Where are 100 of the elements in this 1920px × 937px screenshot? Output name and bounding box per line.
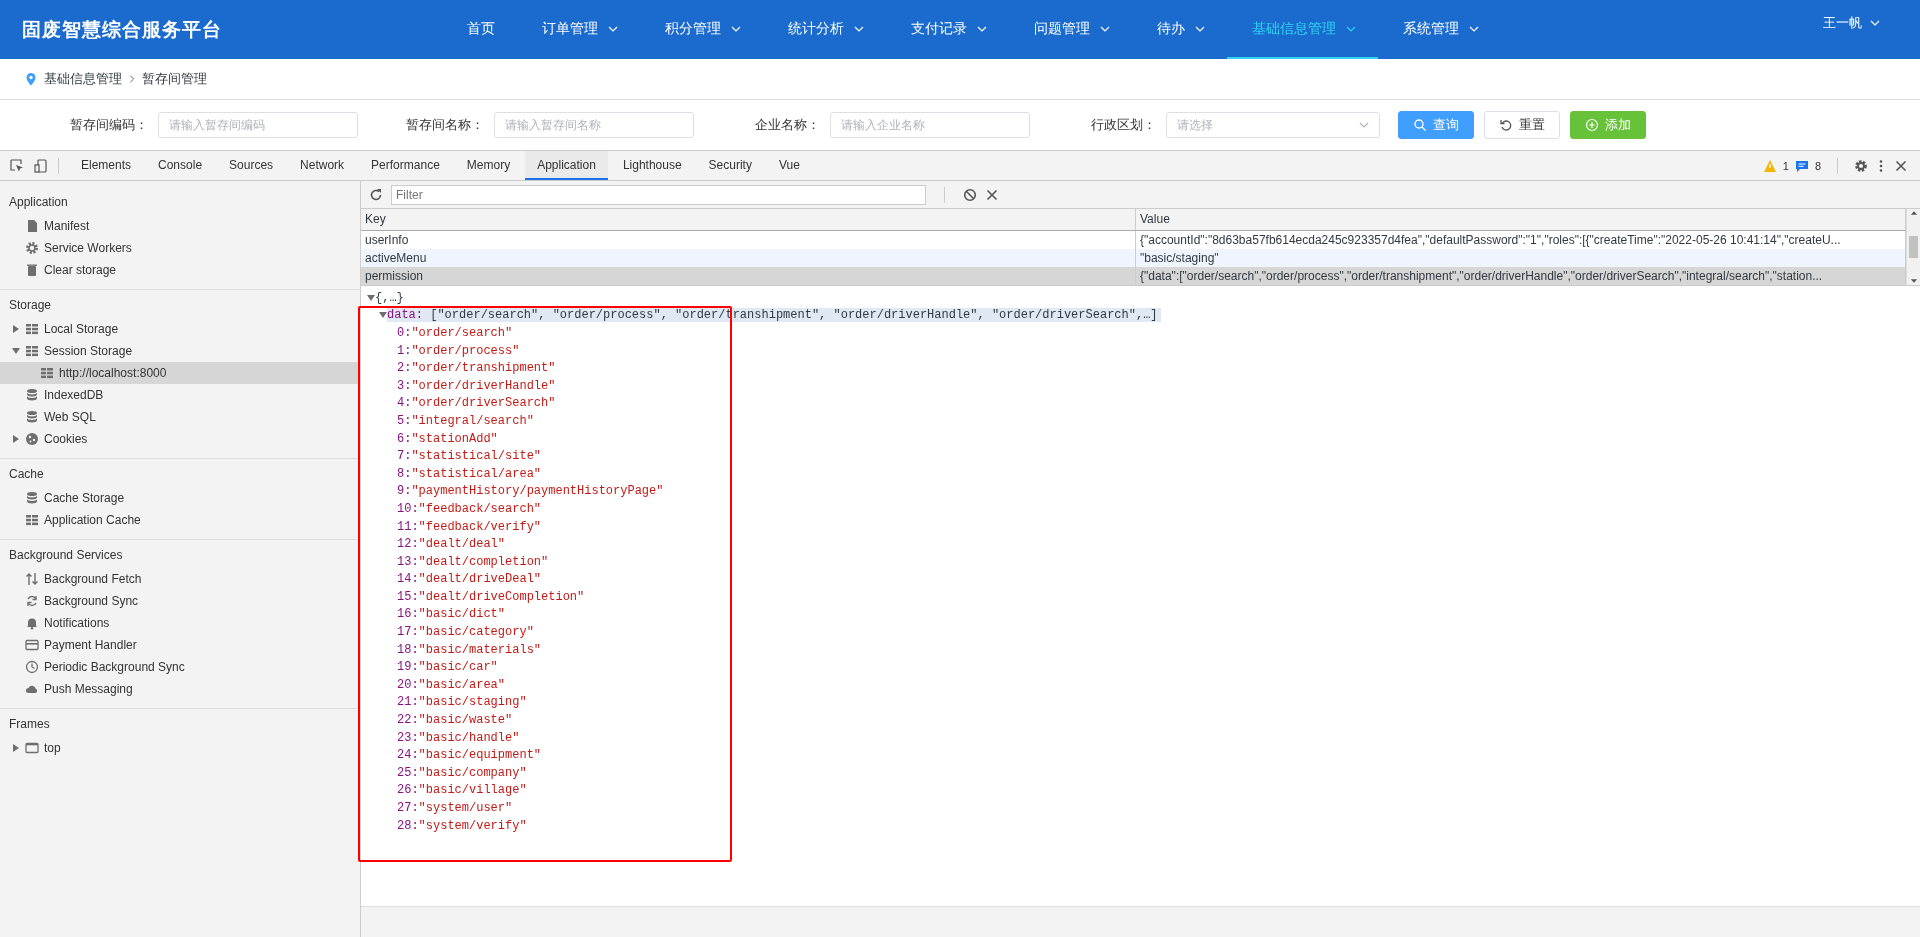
sync-icon: [25, 594, 39, 608]
section-header: Background Services: [8, 547, 124, 564]
settings-icon[interactable]: [1854, 158, 1868, 173]
string-value: "basic/equipment": [418, 748, 542, 763]
breadcrumb-item[interactable]: 基础信息管理: [44, 70, 122, 88]
array-index: 2:: [397, 361, 412, 376]
grid-icon: [25, 513, 39, 527]
string-value: "system/user": [418, 801, 513, 815]
string-value: "basic/area": [418, 677, 506, 692]
sidebar-item[interactable]: Cache Storage: [0, 487, 360, 509]
expanded-arrow-icon[interactable]: [12, 347, 20, 355]
string-value: "system/verify": [418, 818, 527, 833]
text-input-field[interactable]: 请输入暂存间编码: [158, 112, 358, 138]
sidebar-item[interactable]: http://localhost:8000: [0, 362, 360, 384]
array-index: 20:: [397, 677, 419, 692]
devtools-tab[interactable]: Performance: [359, 151, 452, 180]
sidebar-item[interactable]: IndexedDB: [0, 384, 360, 406]
grid-icon: [25, 344, 39, 358]
section-header: Cache: [8, 466, 45, 483]
nav-menu-item[interactable]: 统计分析: [763, 0, 886, 59]
string-value: "order/search": [411, 326, 513, 340]
clear-all-icon[interactable]: [963, 187, 977, 202]
sidebar-item[interactable]: Service Workers: [0, 237, 360, 259]
warning-icon: [1762, 158, 1777, 173]
string-value: "dealt/deal": [418, 537, 506, 552]
delete-icon[interactable]: [985, 187, 999, 202]
nav-menu-item[interactable]: 待办: [1132, 0, 1227, 59]
sidebar-item[interactable]: Cookies: [0, 428, 360, 450]
file-icon: [25, 219, 39, 233]
array-index: 17:: [397, 625, 419, 640]
sidebar-item[interactable]: Application Cache: [0, 509, 360, 531]
string-value: "paymentHistory/paymentHistoryPage": [411, 484, 664, 499]
sidebar-item[interactable]: Periodic Background Sync: [0, 656, 360, 678]
array-index: 27:: [397, 801, 419, 815]
close-icon[interactable]: [1894, 158, 1908, 173]
nav-menu-item[interactable]: 问题管理: [1009, 0, 1132, 59]
devtools-tab[interactable]: Application: [525, 151, 608, 180]
devtools-tab[interactable]: Elements: [69, 151, 144, 180]
sidebar-item[interactable]: Local Storage: [0, 318, 360, 340]
devtools-tab[interactable]: Memory: [454, 151, 523, 180]
clock-icon: [25, 660, 39, 674]
form-button[interactable]: 重置: [1484, 111, 1560, 139]
message-count: 8: [1814, 159, 1821, 172]
nav-menu-item[interactable]: 首页: [442, 0, 517, 59]
nav-menu-item[interactable]: 积分管理: [640, 0, 763, 59]
expanded-arrow-icon[interactable]: [379, 311, 387, 320]
sidebar-item[interactable]: top: [0, 737, 360, 759]
devtools-tab[interactable]: Lighthouse: [610, 151, 694, 180]
gear-icon: [25, 241, 39, 255]
sidebar-item[interactable]: Push Messaging: [0, 678, 360, 700]
up-down-arrows-icon: [25, 572, 39, 586]
nav-menu-item[interactable]: 系统管理: [1378, 0, 1501, 59]
expanded-arrow-icon[interactable]: [367, 293, 375, 302]
devtools-tab[interactable]: Sources: [217, 151, 286, 180]
value-cell[interactable]: "basic/staging": [1136, 249, 1906, 267]
column-header[interactable]: Value: [1136, 209, 1906, 231]
select-element-icon[interactable]: [10, 158, 24, 173]
sidebar-item[interactable]: Clear storage: [0, 259, 360, 281]
devtools-tab[interactable]: Security: [696, 151, 764, 180]
scrollbar-thumb[interactable]: [1909, 236, 1918, 258]
value-cell[interactable]: {"data":["order/search","order/process","order/transhipment","order/driverHandle","order/driverSearch","integral/search","station...: [1136, 267, 1906, 285]
key-cell[interactable]: permission: [361, 267, 1136, 285]
text-input-field[interactable]: 请输入企业名称: [830, 112, 1030, 138]
devtools-tab[interactable]: Console: [146, 151, 215, 180]
database-icon: [25, 491, 39, 505]
collapsed-arrow-icon[interactable]: [12, 744, 20, 752]
array-index: 16:: [397, 607, 419, 622]
collapsed-arrow-icon[interactable]: [12, 325, 20, 333]
column-header[interactable]: Key: [361, 209, 1136, 231]
key-cell[interactable]: activeMenu: [361, 249, 1136, 267]
scroll-down-icon[interactable]: [1909, 277, 1918, 285]
collapsed-arrow-icon[interactable]: [12, 435, 20, 443]
array-index: 28:: [397, 818, 419, 833]
section-header: Storage: [8, 297, 53, 314]
string-value: "feedback/search": [418, 501, 542, 516]
sidebar-item[interactable]: Payment Handler: [0, 634, 360, 656]
location-pin-icon: [24, 72, 38, 86]
sidebar-item[interactable]: Background Sync: [0, 590, 360, 612]
nav-menu-item[interactable]: 订单管理: [517, 0, 640, 59]
filter-input-field[interactable]: Filter: [391, 184, 926, 205]
sidebar-item[interactable]: Manifest: [0, 215, 360, 237]
nav-menu-item[interactable]: 支付记录: [886, 0, 1009, 59]
devtools-tab[interactable]: Network: [288, 151, 357, 180]
filter-label: 行政区划：: [1090, 116, 1156, 134]
array-index: 1:: [397, 343, 412, 358]
sidebar-item[interactable]: Web SQL: [0, 406, 360, 428]
string-value: "dealt/completion": [418, 554, 549, 569]
database-icon: [25, 410, 39, 424]
select-placeholder: 请选择: [1177, 116, 1213, 134]
text-input-field[interactable]: 请输入暂存间名称: [494, 112, 694, 138]
device-toggle-icon[interactable]: [34, 158, 48, 173]
user-menu[interactable]: 王一帆: [1823, 13, 1880, 46]
string-value: "stationAdd": [411, 431, 498, 446]
sidebar-item[interactable]: Session Storage: [0, 340, 360, 362]
string-value: "basic/car": [418, 660, 498, 675]
refresh-icon[interactable]: [369, 187, 383, 202]
array-index: 3:: [397, 378, 412, 393]
devtools-tab[interactable]: Vue: [766, 151, 812, 180]
sidebar-item[interactable]: Background Fetch: [0, 568, 360, 590]
sidebar-item[interactable]: Notifications: [0, 612, 360, 634]
